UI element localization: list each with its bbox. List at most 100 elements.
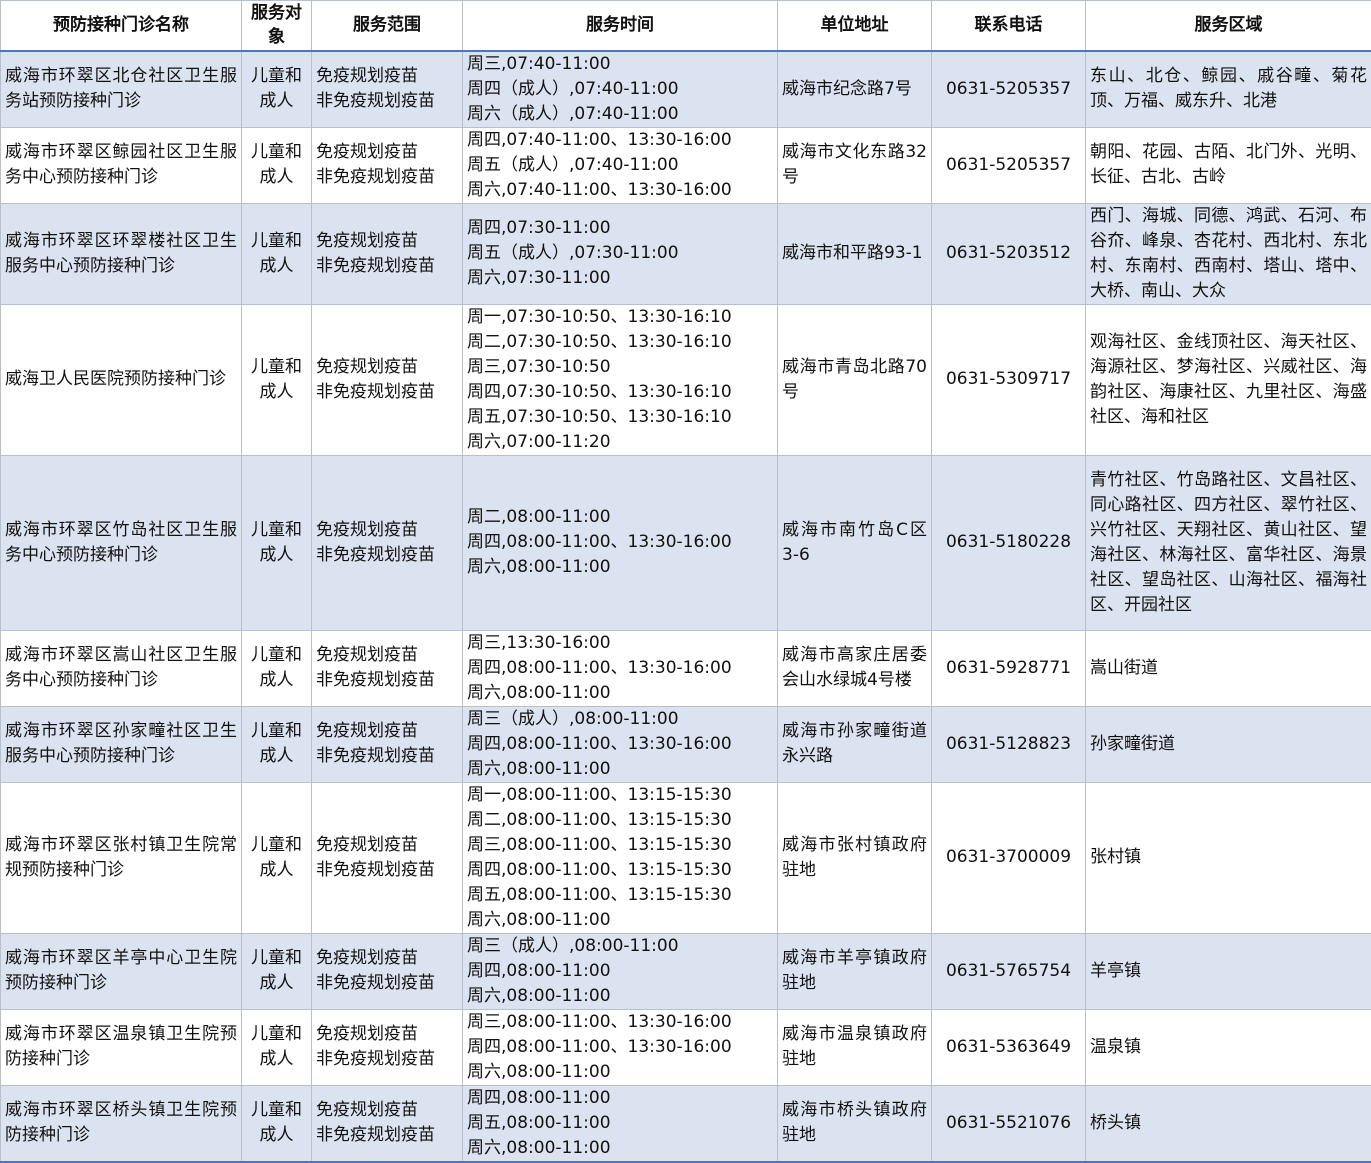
service-target-cell: 儿童和成人 bbox=[242, 304, 312, 455]
service-time-line: 周四,08:00-11:00、13:15-15:30 bbox=[467, 858, 773, 883]
service-time-cell: 周四,07:30-11:00周五（成人）,07:30-11:00周六,07:30… bbox=[463, 203, 778, 304]
service-time-cell: 周三,07:40-11:00周四（成人）,07:40-11:00周六（成人）,0… bbox=[463, 51, 778, 128]
service-time-line: 周五,07:30-10:50、13:30-16:10 bbox=[467, 405, 773, 430]
service-area-cell: 东山、北仓、鲸园、戚谷疃、菊花顶、万福、威东升、北港 bbox=[1086, 51, 1371, 128]
service-time-line: 周一,07:30-10:50、13:30-16:10 bbox=[467, 305, 773, 330]
header-clinic-name: 预防接种门诊名称 bbox=[1, 1, 242, 51]
service-scope-item: 非免疫规划疫苗 bbox=[316, 858, 458, 883]
address-cell: 威海市羊亭镇政府驻地 bbox=[778, 933, 932, 1009]
clinic-table: 预防接种门诊名称 服务对象 服务范围 服务时间 单位地址 联系电话 服务区域 威… bbox=[0, 0, 1371, 1163]
table-row: 威海市环翠区环翠楼社区卫生服务中心预防接种门诊儿童和成人免疫规划疫苗非免疫规划疫… bbox=[1, 203, 1371, 304]
service-time-line: 周四,08:00-11:00、13:30-16:00 bbox=[467, 1035, 773, 1060]
service-time-cell: 周四,07:40-11:00、13:30-16:00周五（成人）,07:40-1… bbox=[463, 127, 778, 203]
service-time-line: 周三,08:00-11:00、13:15-15:30 bbox=[467, 833, 773, 858]
service-time-line: 周六,08:00-11:00 bbox=[467, 681, 773, 706]
service-target-cell: 儿童和成人 bbox=[242, 1009, 312, 1085]
service-scope-item: 免疫规划疫苗 bbox=[316, 1022, 458, 1047]
service-scope-cell: 免疫规划疫苗非免疫规划疫苗 bbox=[312, 127, 463, 203]
phone-cell: 0631-5203512 bbox=[932, 203, 1086, 304]
service-time-line: 周三,07:30-10:50 bbox=[467, 355, 773, 380]
clinic-name-cell: 威海市环翠区孙家疃社区卫生服务中心预防接种门诊 bbox=[1, 706, 242, 782]
header-service-area: 服务区域 bbox=[1086, 1, 1371, 51]
address-cell: 威海市张村镇政府驻地 bbox=[778, 782, 932, 933]
service-time-cell: 周一,07:30-10:50、13:30-16:10周二,07:30-10:50… bbox=[463, 304, 778, 455]
service-time-line: 周四,07:30-11:00 bbox=[467, 216, 773, 241]
service-time-line: 周四,07:40-11:00、13:30-16:00 bbox=[467, 128, 773, 153]
table-row: 威海市环翠区嵩山社区卫生服务中心预防接种门诊儿童和成人免疫规划疫苗非免疫规划疫苗… bbox=[1, 630, 1371, 706]
service-time-line: 周六,07:00-11:20 bbox=[467, 430, 773, 455]
service-time-line: 周四,08:00-11:00、13:30-16:00 bbox=[467, 732, 773, 757]
service-time-line: 周四（成人）,07:40-11:00 bbox=[467, 77, 773, 102]
service-target-cell: 儿童和成人 bbox=[242, 1085, 312, 1162]
service-scope-cell: 免疫规划疫苗非免疫规划疫苗 bbox=[312, 203, 463, 304]
service-area-cell: 嵩山街道 bbox=[1086, 630, 1371, 706]
service-scope-item: 非免疫规划疫苗 bbox=[316, 543, 458, 568]
service-target-cell: 儿童和成人 bbox=[242, 630, 312, 706]
service-time-line: 周六（成人）,07:40-11:00 bbox=[467, 102, 773, 127]
service-scope-item: 免疫规划疫苗 bbox=[316, 946, 458, 971]
service-target-cell: 儿童和成人 bbox=[242, 455, 312, 630]
address-cell: 威海市文化东路32号 bbox=[778, 127, 932, 203]
service-time-line: 周六,08:00-11:00 bbox=[467, 1060, 773, 1085]
address-cell: 威海市桥头镇政府驻地 bbox=[778, 1085, 932, 1162]
address-cell: 威海市温泉镇政府驻地 bbox=[778, 1009, 932, 1085]
service-target-cell: 儿童和成人 bbox=[242, 127, 312, 203]
table-row: 威海市环翠区孙家疃社区卫生服务中心预防接种门诊儿童和成人免疫规划疫苗非免疫规划疫… bbox=[1, 706, 1371, 782]
phone-cell: 0631-5765754 bbox=[932, 933, 1086, 1009]
service-target-cell: 儿童和成人 bbox=[242, 782, 312, 933]
service-area-cell: 青竹社区、竹岛路社区、文昌社区、同心路社区、四方社区、翠竹社区、兴竹社区、天翔社… bbox=[1086, 455, 1371, 630]
service-scope-cell: 免疫规划疫苗非免疫规划疫苗 bbox=[312, 304, 463, 455]
service-time-line: 周六,08:00-11:00 bbox=[467, 555, 773, 580]
service-scope-item: 非免疫规划疫苗 bbox=[316, 668, 458, 693]
service-time-cell: 周三,08:00-11:00、13:30-16:00周四,08:00-11:00… bbox=[463, 1009, 778, 1085]
service-area-cell: 朝阳、花园、古陌、北门外、光明、长征、古北、古岭 bbox=[1086, 127, 1371, 203]
service-scope-item: 免疫规划疫苗 bbox=[316, 64, 458, 89]
service-area-cell: 羊亭镇 bbox=[1086, 933, 1371, 1009]
clinic-name-cell: 威海市环翠区张村镇卫生院常规预防接种门诊 bbox=[1, 782, 242, 933]
service-time-line: 周一,08:00-11:00、13:15-15:30 bbox=[467, 783, 773, 808]
clinic-name-cell: 威海市环翠区北仓社区卫生服务站预防接种门诊 bbox=[1, 51, 242, 128]
service-time-cell: 周一,08:00-11:00、13:15-15:30周二,08:00-11:00… bbox=[463, 782, 778, 933]
service-scope-cell: 免疫规划疫苗非免疫规划疫苗 bbox=[312, 1085, 463, 1162]
service-time-line: 周三,08:00-11:00、13:30-16:00 bbox=[467, 1010, 773, 1035]
table-row: 威海市环翠区温泉镇卫生院预防接种门诊儿童和成人免疫规划疫苗非免疫规划疫苗周三,0… bbox=[1, 1009, 1371, 1085]
header-service-scope: 服务范围 bbox=[312, 1, 463, 51]
service-time-cell: 周三,13:30-16:00周四,08:00-11:00、13:30-16:00… bbox=[463, 630, 778, 706]
phone-cell: 0631-5928771 bbox=[932, 630, 1086, 706]
service-scope-item: 非免疫规划疫苗 bbox=[316, 971, 458, 996]
clinic-name-cell: 威海市环翠区竹岛社区卫生服务中心预防接种门诊 bbox=[1, 455, 242, 630]
service-time-line: 周六,07:30-11:00 bbox=[467, 266, 773, 291]
service-time-line: 周四,07:30-10:50、13:30-16:10 bbox=[467, 380, 773, 405]
header-row: 预防接种门诊名称 服务对象 服务范围 服务时间 单位地址 联系电话 服务区域 bbox=[1, 1, 1371, 51]
address-cell: 威海市南竹岛C区3-6 bbox=[778, 455, 932, 630]
service-time-line: 周六,08:00-11:00 bbox=[467, 984, 773, 1009]
clinic-name-cell: 威海市环翠区嵩山社区卫生服务中心预防接种门诊 bbox=[1, 630, 242, 706]
service-scope-item: 非免疫规划疫苗 bbox=[316, 744, 458, 769]
clinic-name-cell: 威海市环翠区环翠楼社区卫生服务中心预防接种门诊 bbox=[1, 203, 242, 304]
service-scope-item: 非免疫规划疫苗 bbox=[316, 165, 458, 190]
clinic-name-cell: 威海市环翠区桥头镇卫生院预防接种门诊 bbox=[1, 1085, 242, 1162]
address-cell: 威海市孙家疃街道永兴路 bbox=[778, 706, 932, 782]
phone-cell: 0631-5180228 bbox=[932, 455, 1086, 630]
service-time-line: 周二,07:30-10:50、13:30-16:10 bbox=[467, 330, 773, 355]
service-area-cell: 张村镇 bbox=[1086, 782, 1371, 933]
service-time-line: 周三,07:40-11:00 bbox=[467, 52, 773, 77]
service-scope-item: 非免疫规划疫苗 bbox=[316, 254, 458, 279]
service-scope-cell: 免疫规划疫苗非免疫规划疫苗 bbox=[312, 933, 463, 1009]
service-time-line: 周六,08:00-11:00 bbox=[467, 757, 773, 782]
service-time-cell: 周二,08:00-11:00周四,08:00-11:00、13:30-16:00… bbox=[463, 455, 778, 630]
service-time-line: 周四,08:00-11:00、13:30-16:00 bbox=[467, 656, 773, 681]
table-row: 威海市环翠区羊亭中心卫生院预防接种门诊儿童和成人免疫规划疫苗非免疫规划疫苗周三（… bbox=[1, 933, 1371, 1009]
service-scope-item: 免疫规划疫苗 bbox=[316, 1098, 458, 1123]
service-scope-item: 免疫规划疫苗 bbox=[316, 229, 458, 254]
address-cell: 威海市青岛北路70号 bbox=[778, 304, 932, 455]
phone-cell: 0631-3700009 bbox=[932, 782, 1086, 933]
service-scope-item: 免疫规划疫苗 bbox=[316, 140, 458, 165]
service-time-line: 周四,08:00-11:00 bbox=[467, 959, 773, 984]
clinic-name-cell: 威海市环翠区羊亭中心卫生院预防接种门诊 bbox=[1, 933, 242, 1009]
service-time-line: 周三（成人）,08:00-11:00 bbox=[467, 934, 773, 959]
service-time-line: 周三,13:30-16:00 bbox=[467, 631, 773, 656]
address-cell: 威海市和平路93-1 bbox=[778, 203, 932, 304]
clinic-name-cell: 威海卫人民医院预防接种门诊 bbox=[1, 304, 242, 455]
service-time-cell: 周三（成人）,08:00-11:00周四,08:00-11:00、13:30-1… bbox=[463, 706, 778, 782]
